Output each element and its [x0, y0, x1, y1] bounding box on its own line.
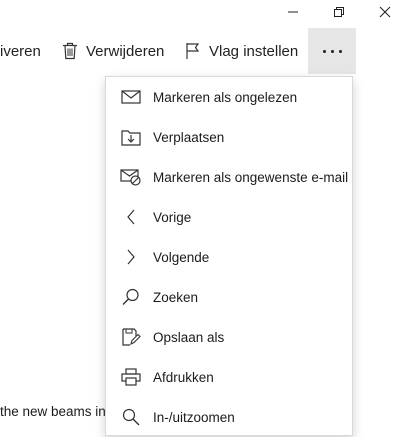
menu-item-label: Zoeken — [153, 289, 199, 305]
minimize-button[interactable] — [270, 0, 316, 24]
printer-icon — [120, 366, 142, 388]
flag-label: Vlag instellen — [209, 42, 299, 60]
menu-item-label: Markeren als ongewenste e-mail — [153, 169, 349, 185]
more-icon — [320, 49, 344, 53]
save-as-icon — [120, 326, 142, 348]
trash-icon — [62, 42, 78, 60]
chevron-right-icon — [120, 246, 142, 268]
menu-item-print[interactable]: Afdrukken — [106, 357, 352, 397]
menu-item-label: Markeren als ongelezen — [153, 89, 298, 105]
archive-button[interactable]: iveren — [0, 28, 41, 74]
menu-item-previous[interactable]: Vorige — [106, 197, 352, 237]
menu-item-label: In-/uitzoomen — [153, 409, 235, 425]
zoom-icon — [120, 406, 142, 428]
close-icon — [379, 6, 391, 18]
menu-item-search[interactable]: Zoeken — [106, 277, 352, 317]
delete-button[interactable]: Verwijderen — [62, 28, 164, 74]
message-body-text: the new beams in — [0, 404, 106, 419]
close-button[interactable] — [362, 0, 403, 24]
menu-item-label: Volgende — [153, 249, 210, 265]
restore-icon — [334, 7, 344, 17]
menu-item-move[interactable]: Verplaatsen — [106, 117, 352, 157]
menu-item-save-as[interactable]: Opslaan als — [106, 317, 352, 357]
menu-item-mark-junk[interactable]: Markeren als ongewenste e-mail — [106, 157, 352, 197]
search-icon — [120, 286, 142, 308]
move-icon — [120, 126, 142, 148]
restore-button[interactable] — [316, 0, 362, 24]
menu-item-label: Opslaan als — [153, 329, 225, 345]
menu-item-label: Vorige — [153, 209, 192, 225]
menu-item-zoom[interactable]: In-/uitzoomen — [106, 397, 352, 437]
menu-item-label: Verplaatsen — [153, 129, 225, 145]
more-options-menu: Markeren als ongelezen Verplaatsen Marke… — [105, 76, 353, 436]
flag-icon — [185, 42, 201, 60]
menu-item-next[interactable]: Volgende — [106, 237, 352, 277]
menu-item-label: Afdrukken — [153, 369, 214, 385]
envelope-icon — [120, 86, 142, 108]
minimize-icon — [288, 11, 298, 13]
chevron-left-icon — [120, 206, 142, 228]
flag-button[interactable]: Vlag instellen — [185, 28, 298, 74]
junk-mail-icon — [120, 166, 142, 188]
menu-item-mark-unread[interactable]: Markeren als ongelezen — [106, 77, 352, 117]
more-options-button[interactable] — [308, 28, 356, 74]
delete-label: Verwijderen — [86, 42, 165, 60]
archive-label: iveren — [0, 42, 41, 60]
